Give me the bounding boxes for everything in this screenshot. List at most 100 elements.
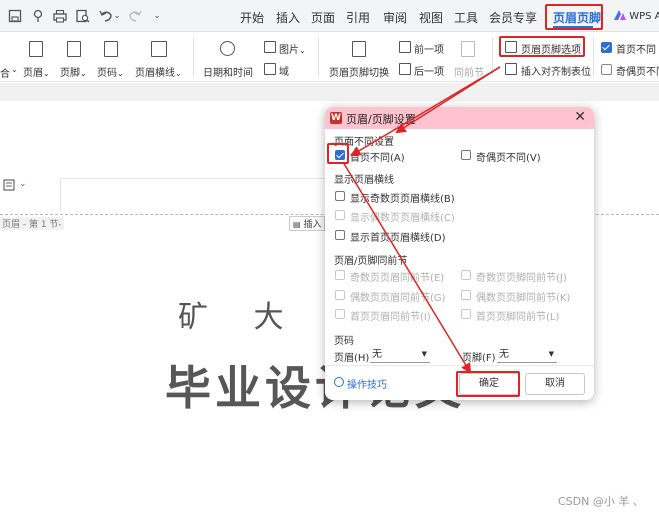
insert-page-number-button[interactable]: ▤ 插入 (289, 216, 326, 231)
footer-page-number-value: 无 (499, 349, 509, 360)
wps-ai-button[interactable]: WPS A (614, 10, 659, 22)
wps-ai-label: WPS A (629, 11, 659, 22)
tab-home[interactable]: 开始 (240, 9, 264, 26)
header-edit-region[interactable] (60, 178, 340, 212)
even-footer-same-text: 偶数页页脚同前节(K) (476, 293, 571, 304)
header-section-label: 页眉 - 第 1 节- (0, 217, 64, 230)
tab-reference[interactable]: 引用 (346, 9, 370, 26)
show-odd-header-line-text: 显示奇数页页眉横线(B) (350, 194, 455, 205)
header-line-button[interactable]: 页眉横线⌄ (135, 64, 182, 79)
print-preview-icon[interactable] (76, 9, 90, 23)
wps-logo-icon: W (330, 112, 342, 124)
odd-header-same-option[interactable]: 奇数页页眉同前节(E) (335, 269, 444, 284)
checkbox[interactable] (335, 290, 345, 300)
section-header-line: 显示页眉横线 (334, 175, 394, 186)
ribbon-partial-left[interactable]: 合 (0, 65, 10, 80)
previous-item-icon (399, 41, 411, 53)
save-icon[interactable] (8, 9, 22, 23)
chevron-down-icon: ⌄ (43, 69, 50, 78)
next-item-button[interactable]: 后一项 (414, 63, 444, 78)
first-page-diff-checkbox[interactable] (601, 42, 612, 53)
first-header-same-text: 首页页眉同前节(I) (350, 312, 431, 323)
dialog-title-bar[interactable]: W 页眉/页脚设置 ✕ (325, 107, 594, 129)
even-footer-same-option[interactable]: 偶数页页脚同前节(K) (461, 289, 570, 304)
odd-header-same-text: 奇数页页眉同前节(E) (350, 273, 445, 284)
footer-button-label: 页脚 (60, 68, 80, 79)
even-header-same-option[interactable]: 偶数页页眉同前节(G) (335, 289, 446, 304)
tab-tools[interactable]: 工具 (454, 9, 478, 26)
ribbon-separator (193, 38, 194, 76)
odd-footer-same-option[interactable]: 奇数页页脚同前节(J) (461, 269, 567, 284)
same-as-previous-icon (461, 41, 475, 57)
header-button[interactable]: 页眉⌄ (23, 64, 50, 79)
image-icon (264, 41, 276, 53)
checkbox[interactable] (335, 191, 345, 201)
cancel-button[interactable]: 取消 (525, 373, 585, 395)
even-header-same-text: 偶数页页眉同前节(G) (350, 293, 446, 304)
header-options-icon[interactable] (3, 179, 15, 194)
tab-view[interactable]: 视图 (419, 9, 443, 26)
first-page-diff-label: 首页不同 (616, 45, 656, 56)
chevron-down-icon: ⌄ (299, 46, 306, 55)
insert-align-tab-button[interactable]: 插入对齐制表位 (521, 63, 591, 78)
insert-page-number-label: 插入 (303, 220, 322, 230)
show-even-header-line-text: 显示偶数页页眉横线(C) (350, 213, 455, 224)
tab-review[interactable]: 审阅 (383, 9, 407, 26)
checkbox[interactable] (461, 309, 471, 319)
close-icon[interactable]: ✕ (574, 109, 586, 125)
tips-link[interactable]: 操作技巧 (334, 376, 387, 391)
page-number-button[interactable]: 页码⌄ (97, 64, 124, 79)
page-number-icon (104, 41, 118, 57)
show-odd-header-line-option[interactable]: 显示奇数页页眉横线(B) (335, 190, 455, 205)
show-first-header-line-option[interactable]: 显示首页页眉横线(D) (335, 229, 446, 244)
footer-button[interactable]: 页脚⌄ (60, 64, 87, 79)
more-icon[interactable]: ⌄ (150, 9, 164, 23)
odd-even-diff-option[interactable]: 奇偶页不同(V) (461, 149, 541, 164)
wps-ai-icon (614, 10, 626, 20)
print-icon[interactable] (53, 9, 67, 23)
odd-even-diff-checkbox[interactable] (601, 64, 612, 75)
checkbox[interactable] (335, 230, 345, 240)
checkbox[interactable] (461, 290, 471, 300)
first-footer-same-option[interactable]: 首页页脚同前节(L) (461, 308, 559, 323)
chevron-down-icon: ⌄ (80, 69, 87, 78)
redo-icon[interactable] (128, 9, 142, 23)
undo-dropdown-icon[interactable]: ⌄ (113, 9, 121, 23)
header-page-number-label: 页眉(H) (334, 353, 370, 364)
footer-page-number-select[interactable]: 无 ▼ (497, 347, 557, 363)
header-page-number-select[interactable]: 无 ▼ (370, 347, 430, 363)
header-footer-settings-dialog: W 页眉/页脚设置 ✕ 页面不同设置 首页不同(A) 奇偶页不同(V) 显示页眉… (325, 107, 594, 400)
section-page-number: 页码 (334, 336, 354, 347)
header-button-label: 页眉 (23, 68, 43, 79)
odd-footer-same-text: 奇数页页脚同前节(J) (476, 273, 567, 284)
checkbox[interactable] (335, 309, 345, 319)
previous-item-button[interactable]: 前一项 (414, 41, 444, 56)
format-painter-icon[interactable] (31, 9, 45, 23)
tab-page[interactable]: 页面 (311, 9, 335, 26)
date-time-button[interactable]: 日期和时间 (203, 64, 253, 79)
align-tab-icon (505, 63, 517, 75)
same-as-previous-button[interactable]: 同前节 (454, 64, 484, 79)
tab-insert[interactable]: 插入 (276, 9, 300, 26)
image-button[interactable]: 图片⌄ (279, 41, 306, 56)
chevron-down-icon: ⌄ (117, 69, 124, 78)
show-even-header-line-option[interactable]: 显示偶数页页眉横线(C) (335, 209, 455, 224)
checkbox[interactable] (335, 270, 345, 280)
show-first-header-line-text: 显示首页页眉横线(D) (350, 233, 446, 244)
tips-text: 操作技巧 (347, 380, 387, 391)
chevron-down-icon[interactable]: ⌄ (19, 179, 27, 189)
dropdown-arrow-icon: ▼ (548, 350, 554, 358)
first-footer-same-text: 首页页脚同前节(L) (476, 312, 560, 323)
tab-member[interactable]: 会员专享 (489, 9, 537, 26)
annotation-box-tab (545, 4, 603, 30)
header-line-button-label: 页眉横线 (135, 68, 175, 79)
field-button[interactable]: 域 (279, 63, 289, 78)
checkbox[interactable] (461, 150, 471, 160)
header-footer-switch-button[interactable]: 页眉页脚切换 (329, 64, 389, 79)
undo-icon[interactable] (99, 9, 113, 23)
clock-icon (220, 41, 235, 56)
checkbox[interactable] (335, 210, 345, 220)
checkbox[interactable] (461, 270, 471, 280)
first-header-same-option[interactable]: 首页页眉同前节(I) (335, 308, 431, 323)
footer-page-number-label: 页脚(F) (462, 353, 496, 364)
